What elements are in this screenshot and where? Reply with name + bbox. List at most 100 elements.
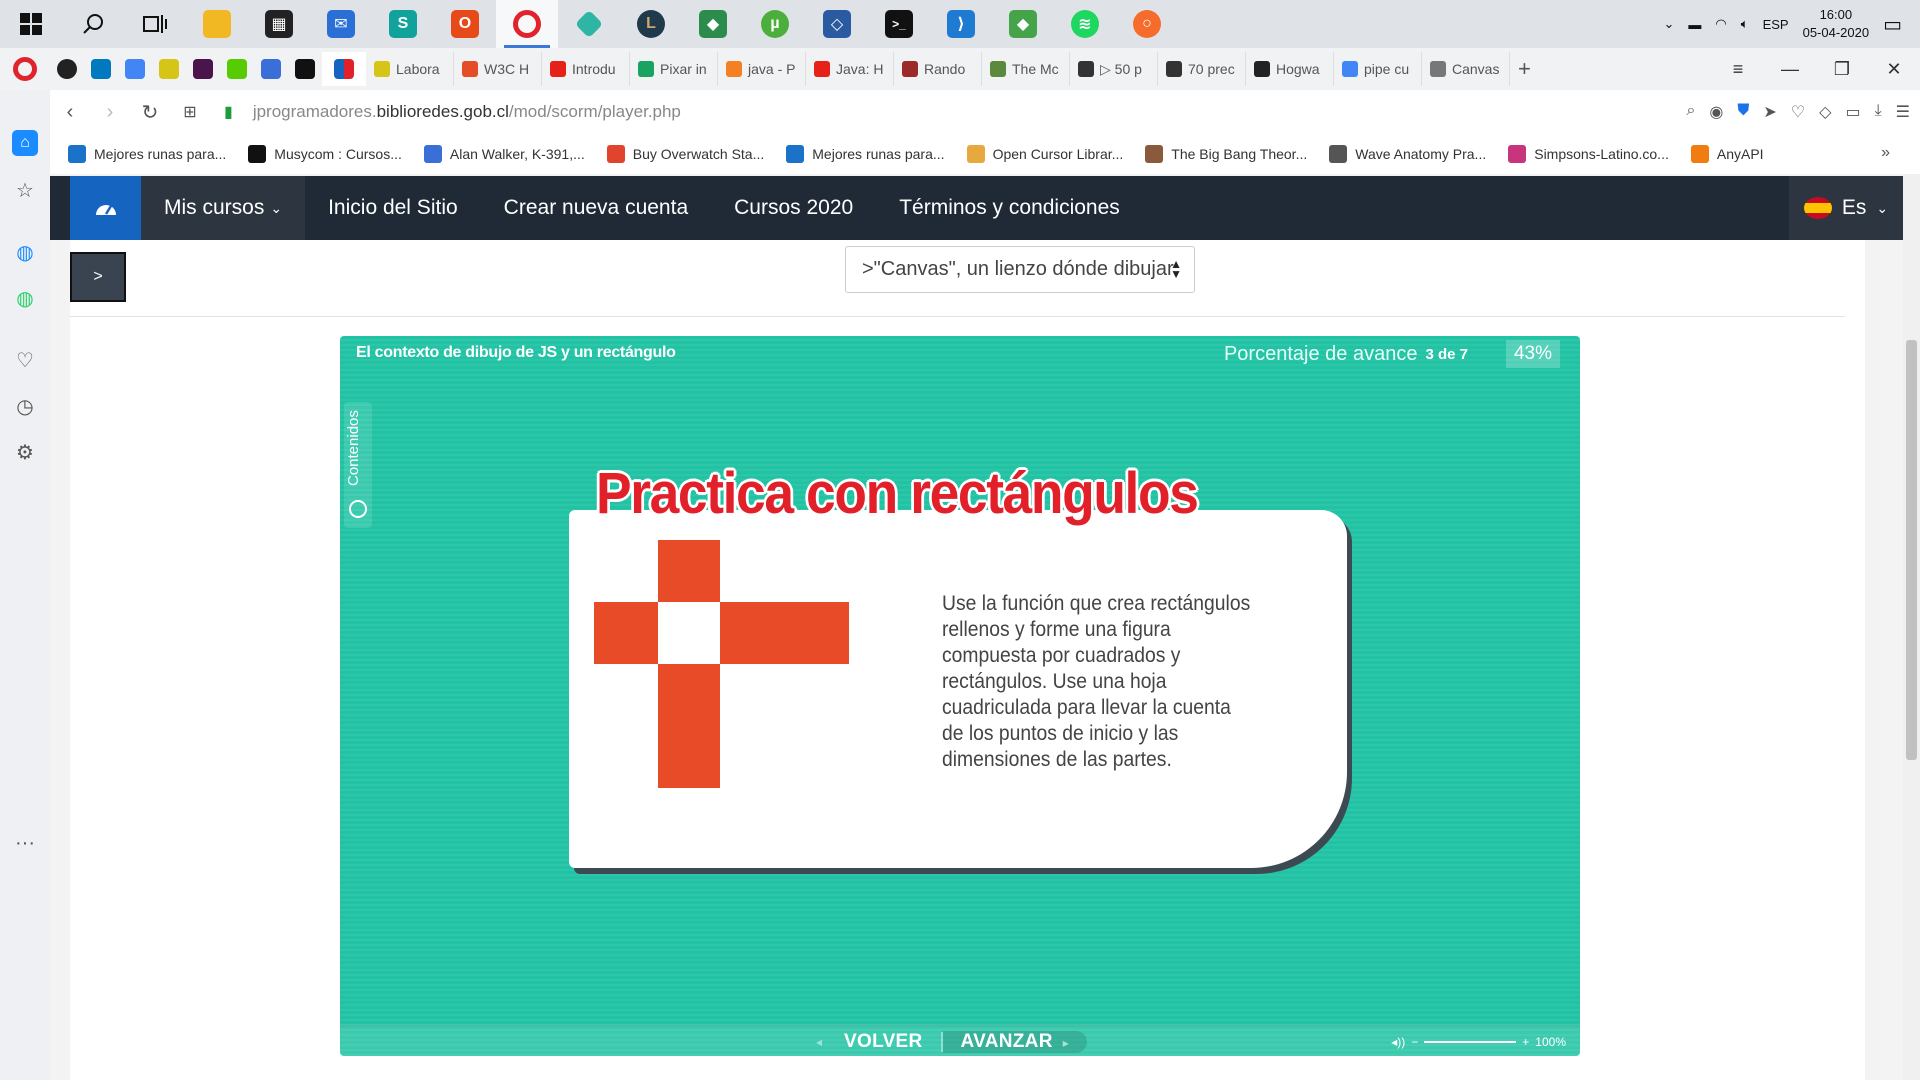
nav-terminos[interactable]: Términos y condiciones — [876, 176, 1143, 240]
store-icon[interactable]: ▦ — [248, 0, 310, 48]
avanzar-button[interactable]: AVANZAR ▸ — [942, 1031, 1088, 1053]
contents-tab[interactable]: Contenidos — [344, 402, 372, 528]
pinned-tab-piano[interactable] — [288, 52, 322, 86]
chevron-up-icon[interactable]: ⌄ — [1664, 16, 1675, 32]
mail-icon[interactable]: ✉ — [310, 0, 372, 48]
bookmark-item[interactable]: Alan Walker, K-391,... — [423, 145, 585, 163]
zoom-icon[interactable]: ⌕ — [1686, 102, 1695, 122]
bookmark-item[interactable]: Musycom : Cursos... — [248, 145, 402, 163]
tab-menu-icon[interactable]: ≡ — [1712, 59, 1764, 80]
gitkraken-icon[interactable] — [558, 0, 620, 48]
browser-tab[interactable]: Pixar in — [630, 52, 718, 86]
search-icon[interactable] — [62, 0, 124, 48]
history-icon[interactable]: ◷ — [0, 394, 50, 419]
spotify-icon[interactable]: ≋ — [1054, 0, 1116, 48]
browser-tab[interactable]: Hogwa — [1246, 52, 1334, 86]
pinned-tab-trello[interactable] — [84, 52, 118, 86]
clock[interactable]: 16:00 05-04-2020 — [1803, 6, 1870, 42]
browser-tab[interactable]: java - P — [718, 52, 806, 86]
pinned-tab-slack[interactable] — [186, 52, 220, 86]
nav-inicio[interactable]: Inicio del Sitio — [305, 176, 481, 240]
volume-up-icon[interactable]: + — [1522, 1035, 1529, 1049]
browser-tab[interactable]: pipe cu — [1334, 52, 1422, 86]
battery-icon[interactable]: ▬ — [1688, 17, 1701, 32]
snapshot-icon[interactable]: ◉ — [1709, 102, 1723, 122]
forward-icon[interactable]: › — [90, 101, 130, 124]
volume-down-icon[interactable]: − — [1411, 1035, 1418, 1049]
nav-crear-cuenta[interactable]: Crear nueva cuenta — [481, 176, 711, 240]
language-selector[interactable]: Es ⌄ — [1789, 176, 1903, 240]
restore-icon[interactable]: ❐ — [1816, 59, 1868, 80]
bookmark-item[interactable]: Simpsons-Latino.co... — [1508, 145, 1669, 163]
pinned-tab-translate[interactable] — [118, 52, 152, 86]
browser-tab[interactable]: Introdu — [542, 52, 630, 86]
workspaces-icon[interactable]: ☆ — [0, 178, 50, 203]
more-icon[interactable]: ··· — [0, 832, 50, 855]
pinned-tab-music[interactable] — [254, 52, 288, 86]
scrollbar-thumb[interactable] — [1906, 340, 1917, 760]
bookmark-item[interactable]: Mejores runas para... — [68, 145, 226, 163]
extension-2-icon[interactable]: ▭ — [1845, 102, 1860, 122]
pinned-tab-lab[interactable] — [152, 52, 186, 86]
task-view-icon[interactable] — [124, 0, 186, 48]
bookmarks-heart-icon[interactable]: ♡ — [0, 348, 50, 373]
pinned-tab-duolingo[interactable] — [220, 52, 254, 86]
volume-icon[interactable]: 🔈︎ — [1741, 16, 1749, 32]
browser-tab[interactable]: Labora — [366, 52, 454, 86]
send-icon[interactable]: ➤ — [1763, 102, 1776, 122]
speaker-icon[interactable]: ◂)) — [1391, 1035, 1405, 1049]
browser-tab[interactable]: 70 prec — [1158, 52, 1246, 86]
browser-tab[interactable]: The Mc — [982, 52, 1070, 86]
sway-icon[interactable]: S — [372, 0, 434, 48]
bookmark-item[interactable]: Mejores runas para... — [786, 145, 945, 163]
extension-icon[interactable]: ◇ — [1819, 102, 1831, 122]
opera-taskbar-icon[interactable] — [496, 0, 558, 48]
sims-icon[interactable]: ◆ — [682, 0, 744, 48]
windows-start-icon[interactable] — [0, 0, 62, 48]
utorrent-icon[interactable]: µ — [744, 0, 806, 48]
back-icon[interactable]: ‹ — [50, 101, 90, 124]
whatsapp-icon[interactable]: ◍ — [0, 286, 50, 311]
browser-tab[interactable]: Java: H — [806, 52, 894, 86]
vpn-shield-icon[interactable]: ⛊ — [1737, 102, 1749, 122]
visual-studio-icon[interactable]: ◇ — [806, 0, 868, 48]
toggle-toc-button[interactable]: > — [70, 252, 126, 302]
browser-tab[interactable]: Rando — [894, 52, 982, 86]
pinned-tab-github[interactable] — [50, 52, 84, 86]
origin-icon[interactable]: ○ — [1116, 0, 1178, 48]
browser-tab[interactable]: W3C H — [454, 52, 542, 86]
nav-mis-cursos[interactable]: Mis cursos ⌄ — [141, 176, 306, 240]
dashboard-icon[interactable] — [70, 176, 141, 240]
reload-icon[interactable]: ↻ — [130, 100, 170, 125]
new-tab-button[interactable]: + — [1518, 56, 1531, 82]
close-icon[interactable]: ✕ — [1868, 59, 1920, 80]
command-prompt-icon[interactable]: >_ — [868, 0, 930, 48]
opera-menu-icon[interactable] — [0, 48, 50, 90]
office-icon[interactable]: O — [434, 0, 496, 48]
page-scrollbar[interactable] — [1903, 174, 1920, 1080]
volume-slider[interactable] — [1424, 1041, 1517, 1043]
home-icon[interactable]: ⌂ — [0, 130, 50, 156]
bookmarks-overflow-icon[interactable]: » — [1881, 144, 1890, 162]
browser-tab[interactable]: Canvas — [1422, 52, 1510, 86]
bookmark-item[interactable]: AnyAPI — [1690, 145, 1764, 163]
nav-cursos-2020[interactable]: Cursos 2020 — [711, 176, 876, 240]
notifications-icon[interactable]: ▭ — [1883, 12, 1902, 37]
bookmark-item[interactable]: Buy Overwatch Sta... — [606, 145, 764, 163]
pinned-tab-current[interactable] — [322, 52, 366, 86]
sco-select[interactable]: >"Canvas", un lienzo dónde dibujar ▲ ▼ — [845, 246, 1195, 293]
vscode-icon[interactable]: ⟩ — [930, 0, 992, 48]
sims-studio-icon[interactable]: ◆ — [992, 0, 1054, 48]
file-explorer-icon[interactable] — [186, 0, 248, 48]
league-of-legends-icon[interactable]: L — [620, 0, 682, 48]
volver-button[interactable]: VOLVER — [826, 1031, 941, 1053]
bookmark-item[interactable]: Open Cursor Librar... — [966, 145, 1123, 163]
heart-icon[interactable]: ♡ — [1791, 102, 1805, 122]
settings-icon[interactable]: ⚙ — [0, 440, 50, 465]
bookmark-item[interactable]: Wave Anatomy Pra... — [1329, 145, 1486, 163]
browser-tab[interactable]: ▷ 50 p — [1070, 52, 1158, 86]
download-icon[interactable]: ⤓ — [1875, 102, 1882, 122]
messenger-icon[interactable]: ◍ — [0, 240, 50, 265]
speed-dial-icon[interactable]: ⊞ — [170, 102, 210, 122]
minimize-icon[interactable]: — — [1764, 59, 1816, 80]
